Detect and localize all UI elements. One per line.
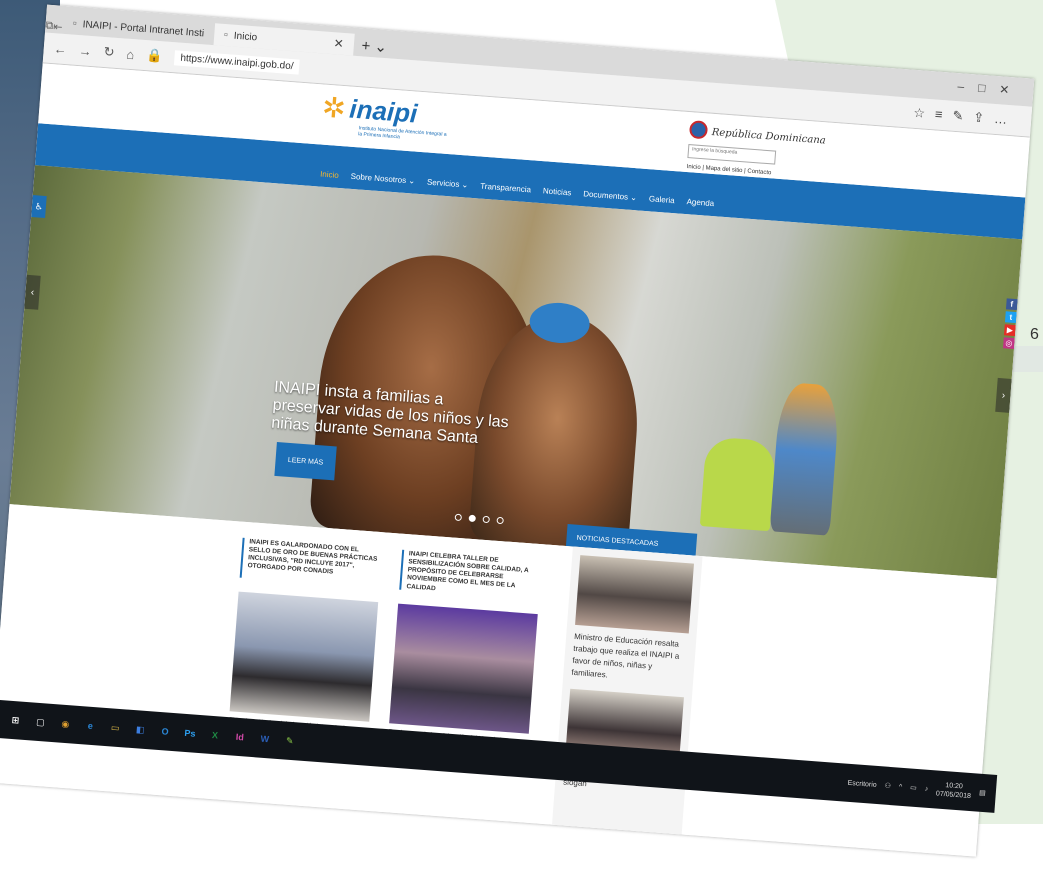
outlook-icon[interactable]: O [158, 724, 173, 739]
logo-figure-icon: ✲ [321, 91, 347, 125]
prev-slide-icon[interactable]: ‹ [24, 274, 41, 310]
clock[interactable]: 10:20 07/05/2018 [936, 780, 972, 801]
hero-photo-kid [769, 381, 841, 536]
notifications-icon[interactable]: ▤ [979, 789, 986, 797]
system-tray: Escritorio ⚇ ^ ▭ ♪ 10:20 07/05/2018 ▤ [847, 774, 987, 803]
nav-servicios[interactable]: Servicios ⌄ [427, 178, 469, 190]
page-icon: ▫ [72, 17, 78, 30]
read-more-button[interactable]: LEER MÁS [274, 442, 337, 481]
gov-block: República Dominicana Ingrese la búsqueda… [686, 120, 826, 180]
youtube-icon[interactable]: ▶ [1003, 324, 1016, 337]
twitter-icon[interactable]: t [1004, 311, 1017, 324]
windows-start-icon[interactable]: ⊞ [8, 713, 23, 728]
nav-galeria[interactable]: Galeria [649, 194, 675, 205]
nav-documentos[interactable]: Documentos ⌄ [583, 189, 637, 202]
slide-dot[interactable] [496, 516, 504, 525]
inaipi-logo[interactable]: ✲ inaipi Instituto Nacional de Atención … [321, 91, 447, 141]
indesign-icon[interactable]: Id [232, 730, 247, 745]
window-controls[interactable]: –□✕ [957, 79, 1024, 98]
article-title[interactable]: INAIPI ES GALARDONADO CON EL SELLO DE OR… [239, 537, 383, 589]
nav-transparencia[interactable]: Transparencia [480, 182, 531, 195]
logo-subtitle: Instituto Nacional de Atención Integral … [358, 125, 447, 141]
taskbar: ⊞ ▢ ◉ e ▭ ◧ O Ps X Id W ✎ Escritorio ⚇ ^… [0, 700, 998, 813]
toolbar-icons[interactable]: ☆≡✎⇪… [913, 105, 1018, 129]
news-image[interactable] [575, 555, 694, 634]
nav-sobre-nosotros[interactable]: Sobre Nosotros ⌄ [350, 172, 415, 186]
home-icon[interactable]: ⌂ [126, 46, 135, 62]
news-title[interactable]: Ministro de Educación resalta trabajo qu… [571, 631, 688, 687]
new-tab-icon[interactable]: + ⌄ [353, 36, 396, 59]
store-icon[interactable]: ◧ [133, 722, 148, 737]
lock-icon: 🔒 [145, 47, 164, 64]
chrome-icon[interactable]: ◉ [58, 716, 73, 731]
photoshop-icon[interactable]: Ps [183, 726, 198, 741]
forward-icon[interactable]: → [78, 43, 92, 59]
nav-noticias[interactable]: Noticias [543, 186, 572, 197]
tray-chevron-icon[interactable]: ^ [899, 783, 903, 790]
article-title[interactable]: INAIPI CELEBRA TALLER DE SENSIBILIZACIÓN… [399, 549, 542, 601]
word-icon[interactable]: W [257, 731, 272, 746]
social-bar: f t ▶ ◎ [1003, 298, 1018, 350]
stray-digit: 6 [1030, 326, 1039, 343]
file-explorer-icon[interactable]: ▭ [108, 720, 123, 735]
close-tab-icon[interactable]: ✕ [333, 36, 344, 51]
page-icon: ▫ [223, 28, 229, 42]
slide-dot[interactable] [482, 515, 490, 524]
clock-date: 07/05/2018 [935, 790, 972, 801]
excel-icon[interactable]: X [207, 728, 222, 743]
tab-label: INAIPI - Portal Intranet Insti [82, 18, 205, 39]
taskbar-area: ⊞ ▢ ◉ e ▭ ◧ O Ps X Id W ✎ Escritorio ⚇ ^… [0, 700, 1043, 820]
instagram-icon[interactable]: ◎ [1003, 337, 1015, 350]
tab-label: Inicio [233, 30, 258, 43]
slide-dot-active[interactable] [468, 514, 477, 523]
desktop-label[interactable]: Escritorio [847, 779, 877, 788]
volume-icon[interactable]: ♪ [925, 785, 929, 792]
facebook-icon[interactable]: f [1005, 298, 1018, 311]
network-icon[interactable]: ▭ [910, 784, 917, 792]
people-icon[interactable]: ⚇ [884, 782, 891, 790]
back-icon[interactable]: ← [53, 41, 67, 57]
gov-name: República Dominicana [711, 127, 827, 147]
logo-text: inaipi [348, 93, 419, 129]
nav-inicio[interactable]: Inicio [320, 170, 339, 180]
nav-agenda[interactable]: Agenda [686, 197, 714, 208]
refresh-icon[interactable]: ↻ [103, 44, 115, 61]
search-input[interactable]: Ingrese la búsqueda [687, 144, 777, 165]
coat-of-arms-icon [688, 120, 709, 140]
task-view-icon[interactable]: ▢ [33, 715, 48, 730]
accessibility-icon[interactable]: ♿ [31, 195, 47, 219]
hero-photo-slide [699, 436, 777, 532]
edge-icon[interactable]: e [83, 718, 98, 733]
slide-dot[interactable] [454, 513, 463, 522]
next-slide-icon[interactable]: › [995, 377, 1012, 413]
app-icon[interactable]: ✎ [282, 733, 297, 748]
url-field[interactable]: https://www.inaipi.gob.do/ [173, 49, 301, 75]
